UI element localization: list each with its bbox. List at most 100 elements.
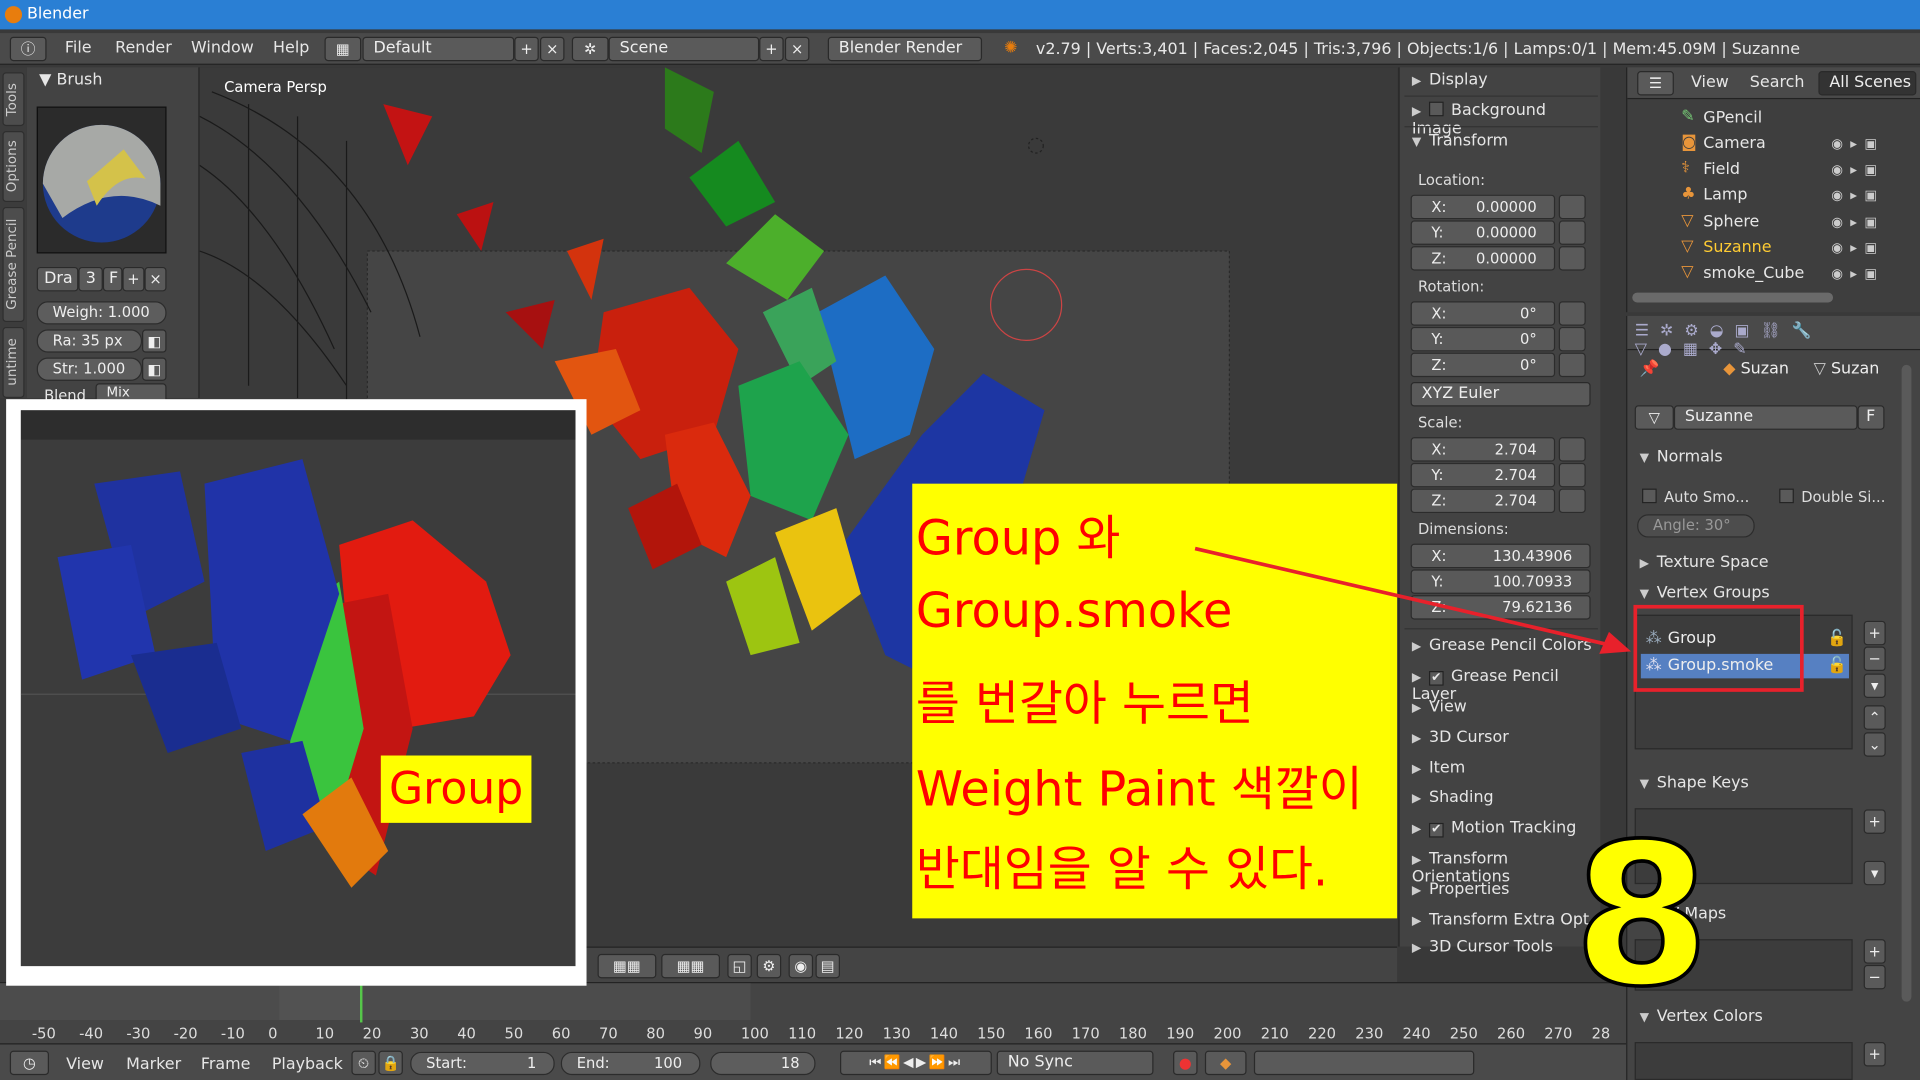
panel-texture-space[interactable]: ▶ Texture Space — [1640, 553, 1769, 571]
outliner-item-gpencil[interactable]: ✎ GPencil — [1627, 107, 1896, 133]
brush-remove-icon[interactable]: × — [144, 266, 167, 292]
add-vertex-color-icon[interactable]: + — [1863, 1042, 1886, 1067]
auto-smooth-angle[interactable]: Angle: 30° — [1637, 514, 1755, 538]
lock-icon[interactable] — [1558, 488, 1586, 514]
visibility-icons[interactable]: ◉▸▣ — [1831, 162, 1884, 178]
vertex-color-list[interactable] — [1634, 1042, 1853, 1080]
screen-layout-field[interactable]: Default — [362, 36, 515, 62]
keying-set-field[interactable] — [1253, 1050, 1475, 1076]
menu-render[interactable]: Render — [115, 39, 172, 57]
keying-icon[interactable]: ◆ — [1204, 1050, 1247, 1076]
rotation-x-field[interactable]: X: 0° — [1410, 301, 1556, 326]
outliner-view-menu[interactable]: View — [1691, 73, 1729, 91]
scene-field[interactable]: Scene — [608, 36, 760, 62]
remove-layout-icon[interactable]: × — [540, 36, 565, 62]
visibility-icons[interactable]: ◉▸▣ — [1831, 266, 1884, 282]
panel-transform-extra[interactable]: ▶ Transform Extra Opt — [1412, 911, 1589, 929]
panel-normals[interactable]: ▼ Normals — [1640, 448, 1723, 466]
panel-view[interactable]: ▶ View — [1412, 698, 1467, 716]
visibility-icons[interactable]: ◉▸▣ — [1831, 136, 1884, 152]
menu-help[interactable]: Help — [273, 39, 309, 57]
current-frame-field[interactable]: 18 — [710, 1051, 816, 1076]
editor-type-icon[interactable]: ⓘ — [9, 36, 47, 62]
panel-properties[interactable]: ▶ Properties — [1412, 880, 1510, 898]
timeline-editor-icon[interactable]: ◷ — [9, 1050, 49, 1076]
checkbox[interactable] — [1779, 488, 1794, 504]
rotation-mode-select[interactable]: XYZ Euler — [1410, 382, 1591, 407]
location-x-field[interactable]: X: 0.00000 — [1410, 194, 1556, 220]
add-vertex-group-icon[interactable]: + — [1863, 620, 1886, 646]
rotation-y-field[interactable]: Y: 0° — [1410, 326, 1556, 352]
rotation-z-field[interactable]: Z: 0° — [1410, 352, 1556, 378]
brush-panel-header[interactable]: ▼ Brush — [39, 71, 102, 89]
scene-icon[interactable]: ✲ — [571, 36, 609, 62]
motion-tracking-checkbox[interactable]: ✔ — [1428, 822, 1444, 838]
scale-z-field[interactable]: Z: 2.704 — [1410, 488, 1556, 514]
brush-fake-user[interactable]: F — [102, 266, 123, 292]
panel-3d-cursor[interactable]: ▶ 3D Cursor — [1412, 729, 1509, 747]
add-layout-icon[interactable]: + — [514, 36, 539, 62]
vertex-group-specials-icon[interactable]: ▾ — [1863, 673, 1886, 698]
properties-scrollbar[interactable] — [1901, 364, 1912, 1002]
radius-pressure-icon[interactable]: ◧ — [142, 329, 167, 353]
remove-uv-map-icon[interactable]: − — [1863, 964, 1886, 990]
panel-vertex-groups[interactable]: ▼ Vertex Groups — [1640, 584, 1770, 602]
panel-shape-keys[interactable]: ▼ Shape Keys — [1640, 774, 1749, 792]
render-engine-select[interactable]: Blender Render — [827, 36, 983, 62]
layout-icon[interactable]: ▦ — [324, 36, 362, 62]
timeline-menu-marker[interactable]: Marker — [126, 1056, 181, 1074]
preview-range-icon[interactable]: ⏲ — [351, 1050, 376, 1076]
outliner-item-lamp[interactable]: ♣ Lamp ◉▸▣ — [1627, 184, 1896, 210]
lock-icon[interactable] — [1558, 326, 1586, 352]
panel-3d-cursor-tools[interactable]: ▶ 3D Cursor Tools — [1412, 938, 1553, 956]
brush-users[interactable]: 3 — [78, 266, 103, 292]
visibility-icons[interactable]: ◉▸▣ — [1831, 214, 1884, 230]
strength-slider[interactable]: Str: 1.000 — [36, 357, 143, 381]
brush-preview[interactable] — [36, 106, 167, 254]
pin-icon[interactable]: 📌 — [1640, 360, 1660, 378]
panel-motion-tracking[interactable]: ▶ ✔ Motion Tracking — [1412, 819, 1576, 838]
lock-icon[interactable] — [1558, 462, 1586, 488]
lock-icon[interactable] — [1558, 301, 1586, 326]
tab-options[interactable]: Options — [2, 131, 25, 203]
checkbox[interactable] — [1642, 488, 1657, 504]
location-y-field[interactable]: Y: 0.00000 — [1410, 220, 1556, 245]
lock-range-icon[interactable]: 🔒 — [378, 1050, 403, 1076]
add-uv-map-icon[interactable]: + — [1863, 939, 1886, 964]
record-icon[interactable]: ● — [1173, 1050, 1198, 1076]
panel-transform[interactable]: ▼ Transform — [1412, 132, 1508, 150]
outliner-item-camera[interactable]: ◙ Camera ◉▸▣ — [1627, 132, 1896, 158]
menu-file[interactable]: File — [65, 39, 92, 57]
radius-slider[interactable]: Ra: 35 px — [36, 329, 143, 353]
background-images-checkbox[interactable] — [1428, 101, 1444, 117]
brush-name-field[interactable]: Dra — [36, 266, 79, 292]
outliner-item-sphere[interactable]: ▽ Sphere ◉▸▣ — [1627, 211, 1896, 237]
lock-icon[interactable] — [1558, 246, 1586, 271]
brush-add-icon[interactable]: + — [122, 266, 145, 292]
add-scene-icon[interactable]: + — [759, 36, 784, 62]
outliner-search-menu[interactable]: Search — [1750, 73, 1805, 91]
lock-camera-icon[interactable]: ◱ — [727, 953, 752, 979]
panel-display[interactable]: ▶ Display — [1412, 71, 1488, 89]
playback-controls[interactable]: ⏮⏪◀▶⏩⏭ — [840, 1050, 992, 1076]
visibility-icons[interactable]: ◉▸▣ — [1831, 187, 1884, 203]
move-down-icon[interactable]: ⌄ — [1863, 732, 1886, 757]
mesh-name-field[interactable]: Suzanne — [1673, 405, 1858, 430]
outliner-editor-icon[interactable]: ☰ — [1637, 71, 1674, 96]
visibility-icons[interactable]: ◉▸▣ — [1831, 240, 1884, 256]
strength-pressure-icon[interactable]: ◧ — [142, 357, 167, 381]
remove-scene-icon[interactable]: × — [784, 36, 810, 62]
tab-grease-pencil[interactable]: Grease Pencil — [2, 206, 25, 323]
double-sided-checkbox[interactable]: Double Si... — [1779, 488, 1885, 506]
outliner-scrollbar[interactable] — [1632, 292, 1834, 303]
lock-icon[interactable] — [1558, 220, 1586, 245]
timeline-menu-view[interactable]: View — [66, 1056, 104, 1074]
sync-mode-select[interactable]: No Sync — [996, 1050, 1154, 1076]
end-frame-field[interactable]: End: 100 — [560, 1051, 701, 1076]
opengl-render-icon[interactable]: ◉ — [788, 953, 814, 979]
current-frame-marker[interactable] — [360, 983, 363, 1023]
lock-icon[interactable] — [1558, 437, 1586, 462]
properties-context-tabs[interactable]: ☰✲⚙◒▣⛓🔧▽●▦✥✎ — [1627, 315, 1920, 359]
lock-icon[interactable] — [1558, 352, 1586, 378]
scale-y-field[interactable]: Y: 2.704 — [1410, 462, 1556, 488]
